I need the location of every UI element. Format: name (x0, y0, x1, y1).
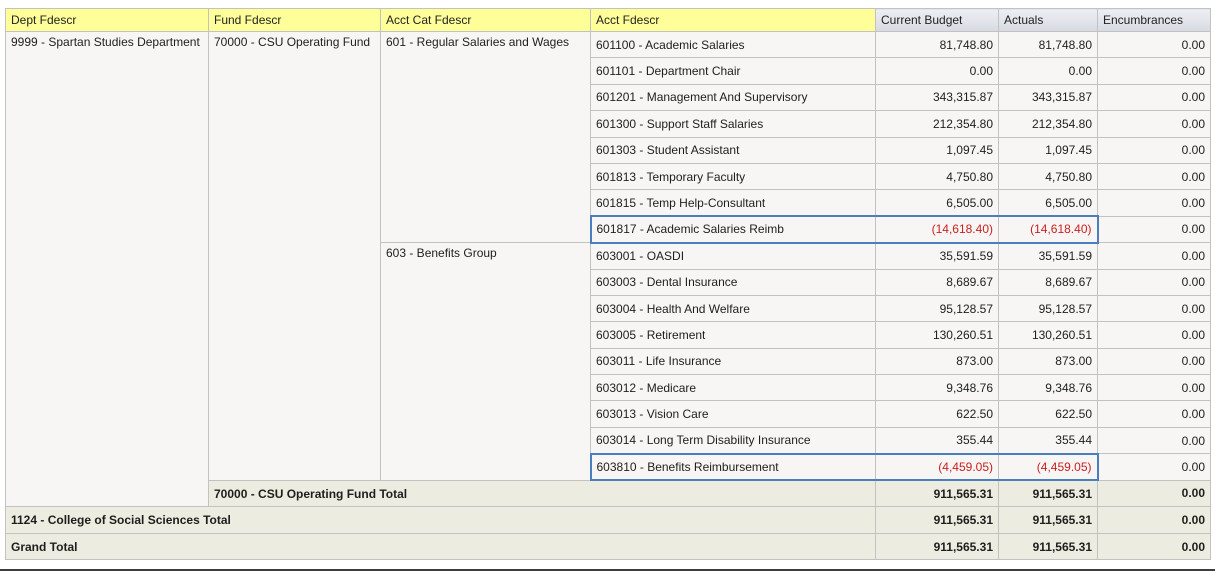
encumbrances-cell: 0.00 (1098, 190, 1211, 216)
dept-cell: 9999 - Spartan Studies Department (6, 32, 209, 507)
budget-cell: 212,354.80 (876, 111, 999, 137)
column-header-dept[interactable]: Dept Fdescr (6, 9, 209, 32)
acct-cell: 603005 - Retirement (591, 322, 876, 348)
encumbrances-total-cell: 0.00 (1098, 480, 1211, 507)
encumbrances-cell: 0.00 (1098, 243, 1211, 269)
acct-cell: 601813 - Temporary Faculty (591, 163, 876, 189)
budget-cell: 81,748.80 (876, 32, 999, 58)
encumbrances-cell: 0.00 (1098, 58, 1211, 84)
acct-cell: 603014 - Long Term Disability Insurance (591, 427, 876, 453)
acct-cell: 601815 - Temp Help-Consultant (591, 190, 876, 216)
fund-cell: 70000 - CSU Operating Fund (209, 32, 381, 481)
encumbrances-cell: 0.00 (1098, 401, 1211, 427)
grand-total-row: Grand Total 911,565.31 911,565.31 0.00 (6, 533, 1211, 560)
budget-cell: 1,097.45 (876, 137, 999, 163)
column-header-acct-cat[interactable]: Acct Cat Fdescr (381, 9, 591, 32)
actuals-cell: 130,260.51 (999, 322, 1098, 348)
budget-cell: 130,260.51 (876, 322, 999, 348)
actuals-cell: 4,750.80 (999, 163, 1098, 189)
encumbrances-cell: 0.00 (1098, 269, 1211, 295)
pivot-table: Dept Fdescr Fund Fdescr Acct Cat Fdescr … (5, 8, 1211, 560)
actuals-total-cell: 911,565.31 (999, 507, 1098, 534)
budget-cell: 8,689.67 (876, 269, 999, 295)
grand-total-label: Grand Total (6, 533, 876, 560)
encumbrances-cell: 0.00 (1098, 163, 1211, 189)
encumbrances-cell: 0.00 (1098, 84, 1211, 110)
budget-cell: (4,459.05) (876, 454, 999, 480)
encumbrances-cell: 0.00 (1098, 322, 1211, 348)
acct-cell: 603003 - Dental Insurance (591, 269, 876, 295)
actuals-cell: 622.50 (999, 401, 1098, 427)
encumbrances-total-cell: 0.00 (1098, 507, 1211, 534)
column-header-acct[interactable]: Acct Fdescr (591, 9, 876, 32)
budget-cell: 9,348.76 (876, 375, 999, 401)
actuals-cell: 0.00 (999, 58, 1098, 84)
encumbrances-cell: 0.00 (1098, 348, 1211, 374)
acct-cell: 603810 - Benefits Reimbursement (591, 454, 876, 480)
actuals-cell: 9,348.76 (999, 375, 1098, 401)
encumbrances-cell: 0.00 (1098, 111, 1211, 137)
column-header-encumbrances[interactable]: Encumbrances (1098, 9, 1211, 32)
acct-cell: 601300 - Support Staff Salaries (591, 111, 876, 137)
actuals-cell: 6,505.00 (999, 190, 1098, 216)
encumbrances-cell: 0.00 (1098, 375, 1211, 401)
actuals-total-cell: 911,565.31 (999, 480, 1098, 507)
budget-total-cell: 911,565.31 (876, 533, 999, 560)
budget-cell: 35,591.59 (876, 243, 999, 269)
header-row: Dept Fdescr Fund Fdescr Acct Cat Fdescr … (6, 9, 1211, 32)
budget-cell: 622.50 (876, 401, 999, 427)
college-total-label: 1124 - College of Social Sciences Total (6, 507, 876, 534)
pivot-report: Dept Fdescr Fund Fdescr Acct Cat Fdescr … (5, 8, 1211, 560)
budget-cell: 873.00 (876, 348, 999, 374)
column-header-fund[interactable]: Fund Fdescr (209, 9, 381, 32)
acct-cat-cell: 603 - Benefits Group (381, 243, 591, 481)
acct-cell: 601817 - Academic Salaries Reimb (591, 216, 876, 242)
acct-cell: 603001 - OASDI (591, 243, 876, 269)
report-page: Dept Fdescr Fund Fdescr Acct Cat Fdescr … (0, 0, 1215, 581)
budget-total-cell: 911,565.31 (876, 480, 999, 507)
actuals-cell: (14,618.40) (999, 216, 1098, 242)
actuals-cell: 35,591.59 (999, 243, 1098, 269)
acct-cell: 601303 - Student Assistant (591, 137, 876, 163)
budget-cell: 343,315.87 (876, 84, 999, 110)
actuals-cell: 81,748.80 (999, 32, 1098, 58)
actuals-cell: 212,354.80 (999, 111, 1098, 137)
actuals-cell: 355.44 (999, 427, 1098, 453)
actuals-cell: 873.00 (999, 348, 1098, 374)
acct-cell: 603012 - Medicare (591, 375, 876, 401)
encumbrances-cell: 0.00 (1098, 427, 1211, 453)
acct-cell: 601201 - Management And Supervisory (591, 84, 876, 110)
actuals-cell: 1,097.45 (999, 137, 1098, 163)
column-header-budget[interactable]: Current Budget (876, 9, 999, 32)
budget-cell: 4,750.80 (876, 163, 999, 189)
column-header-actuals[interactable]: Actuals (999, 9, 1098, 32)
acct-cell: 603011 - Life Insurance (591, 348, 876, 374)
acct-cell: 603004 - Health And Welfare (591, 295, 876, 321)
actuals-cell: 8,689.67 (999, 269, 1098, 295)
encumbrances-total-cell: 0.00 (1098, 533, 1211, 560)
budget-cell: 6,505.00 (876, 190, 999, 216)
acct-cell: 601101 - Department Chair (591, 58, 876, 84)
actuals-total-cell: 911,565.31 (999, 533, 1098, 560)
budget-cell: 95,128.57 (876, 295, 999, 321)
acct-cell: 603013 - Vision Care (591, 401, 876, 427)
actuals-cell: (4,459.05) (999, 454, 1098, 480)
acct-cat-cell: 601 - Regular Salaries and Wages (381, 32, 591, 243)
encumbrances-cell: 0.00 (1098, 32, 1211, 58)
fund-total-label: 70000 - CSU Operating Fund Total (209, 480, 876, 507)
actuals-cell: 95,128.57 (999, 295, 1098, 321)
bottom-divider (0, 569, 1215, 571)
actuals-cell: 343,315.87 (999, 84, 1098, 110)
acct-cell: 601100 - Academic Salaries (591, 32, 876, 58)
budget-total-cell: 911,565.31 (876, 507, 999, 534)
table-row: 9999 - Spartan Studies Department 70000 … (6, 32, 1211, 58)
encumbrances-cell: 0.00 (1098, 216, 1211, 242)
college-total-row: 1124 - College of Social Sciences Total … (6, 507, 1211, 534)
budget-cell: 355.44 (876, 427, 999, 453)
encumbrances-cell: 0.00 (1098, 454, 1211, 480)
encumbrances-cell: 0.00 (1098, 137, 1211, 163)
budget-cell: 0.00 (876, 58, 999, 84)
encumbrances-cell: 0.00 (1098, 295, 1211, 321)
budget-cell: (14,618.40) (876, 216, 999, 242)
